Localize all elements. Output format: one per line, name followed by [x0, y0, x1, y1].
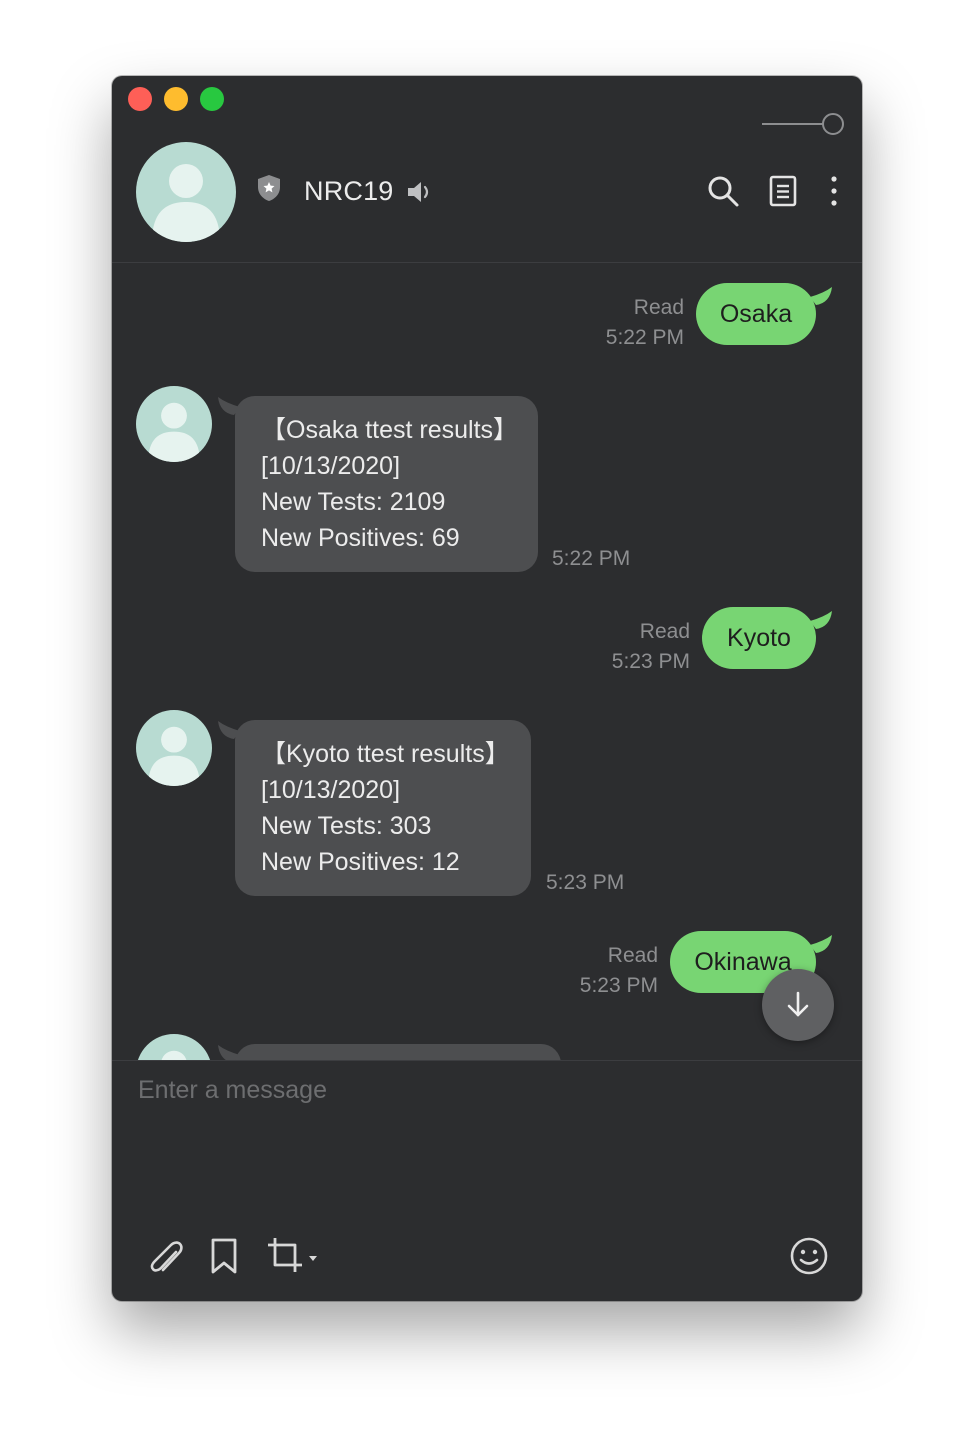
message-time: 5:22 PM: [552, 547, 631, 570]
chat-title[interactable]: NRC19: [304, 176, 394, 207]
message-line: New Positives: 12: [261, 848, 460, 876]
message-line: New Positives: 69: [261, 524, 460, 552]
window-zoom-button[interactable]: [200, 87, 224, 111]
search-icon[interactable]: [706, 174, 740, 208]
arrow-down-icon: [787, 991, 809, 1017]
person-icon: [161, 1050, 187, 1060]
bubble-tail: [810, 935, 832, 953]
message-input[interactable]: [138, 1076, 828, 1206]
message-time: 5:23 PM: [611, 650, 690, 673]
message-list[interactable]: Read 5:22 PM Osaka 【Osaka ttest results】…: [112, 263, 862, 1060]
bookmark-icon[interactable]: [208, 1236, 240, 1276]
message-meta: Read 5:22 PM: [606, 293, 684, 353]
bubble-tail: [810, 287, 832, 305]
message-line: New Tests: 2109: [261, 488, 446, 516]
message-line: 【Osaka ttest results】: [261, 416, 519, 444]
slider-track: [762, 123, 824, 125]
sender-avatar[interactable]: [136, 710, 212, 786]
chat-avatar[interactable]: [136, 142, 236, 242]
shield-icon: [258, 175, 280, 201]
message-time: 5:23 PM: [546, 871, 625, 894]
sender-avatar[interactable]: [136, 1034, 212, 1060]
message-time: 5:22 PM: [605, 326, 684, 349]
scroll-to-bottom-button[interactable]: [762, 969, 834, 1041]
read-status: Read: [607, 944, 658, 967]
chat-header: NRC19: [112, 136, 862, 262]
person-icon: [148, 726, 200, 786]
person-icon: [152, 164, 220, 242]
slider-knob[interactable]: [822, 113, 844, 135]
incoming-message-bubble[interactable]: 【Kyoto ttest results】 [10/13/2020] New T…: [235, 720, 531, 896]
read-status: Read: [633, 296, 684, 319]
message-line: New Tests: 303: [261, 812, 432, 840]
composer-divider: [112, 1060, 862, 1061]
window-minimize-button[interactable]: [164, 87, 188, 111]
message-line: 【Kyoto ttest results】: [261, 740, 510, 768]
emoji-icon[interactable]: [788, 1236, 830, 1276]
message-meta: Read 5:23 PM: [580, 941, 658, 1001]
message-meta: Read 5:23 PM: [612, 617, 690, 677]
read-status: Read: [639, 620, 690, 643]
message-time: 5:23 PM: [579, 974, 658, 997]
paperclip-icon[interactable]: [146, 1236, 186, 1276]
more-icon[interactable]: [820, 174, 854, 208]
incoming-message-bubble[interactable]: 【Osaka ttest results】 [10/13/2020] New T…: [235, 396, 538, 572]
notes-icon[interactable]: [766, 174, 800, 208]
window-opacity-slider[interactable]: [762, 112, 846, 136]
sender-avatar[interactable]: [136, 386, 212, 462]
person-icon: [148, 402, 200, 462]
speaker-icon: [408, 182, 429, 202]
outgoing-message-bubble[interactable]: Osaka: [696, 283, 816, 345]
bubble-tail: [810, 611, 832, 629]
incoming-message-bubble[interactable]: [235, 1044, 561, 1060]
outgoing-message-bubble[interactable]: Kyoto: [702, 607, 816, 669]
window-close-button[interactable]: [128, 87, 152, 111]
chat-window: NRC19 Read 5:22 PM Osaka 【Osaka ttest re…: [112, 76, 862, 1301]
message-line: [10/13/2020]: [261, 452, 401, 480]
crop-icon[interactable]: [266, 1236, 322, 1276]
message-line: [10/13/2020]: [261, 776, 401, 804]
